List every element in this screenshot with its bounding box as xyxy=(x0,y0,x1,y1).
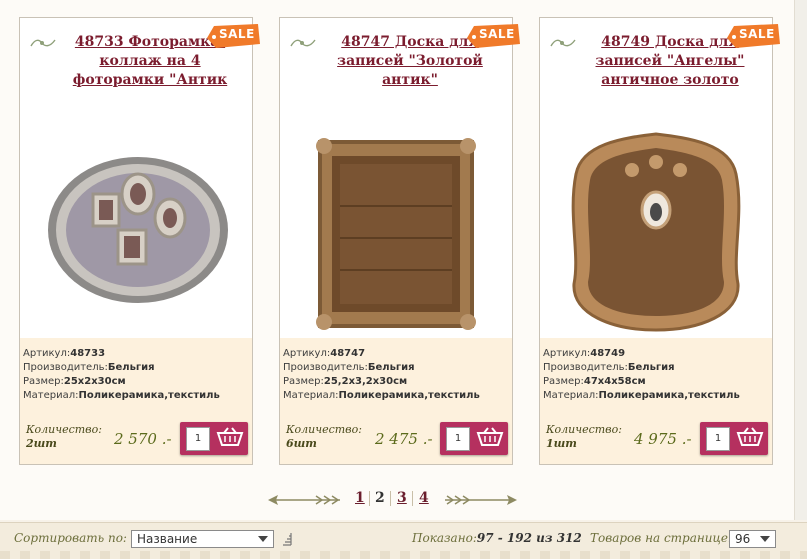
page-current: 2 xyxy=(375,490,385,506)
sort-label: Сортировать по: xyxy=(14,531,127,545)
chevron-down-icon xyxy=(258,536,268,542)
sort-select[interactable]: Название xyxy=(131,530,274,548)
flourish-icon xyxy=(30,39,56,47)
catalog-page: 48733 Фоторамка-коллаж на 4 фоторамки "А… xyxy=(0,0,794,520)
product-specs: Артикул:48747 Производитель:Бельгия Разм… xyxy=(280,338,512,464)
sale-badge: SALE xyxy=(466,24,522,50)
quantity-input[interactable]: 1 xyxy=(706,427,730,451)
stock-quantity: Количество: 6шт xyxy=(286,423,362,450)
page-link[interactable]: 3 xyxy=(397,490,407,506)
sale-badge: SALE xyxy=(726,24,782,50)
product-price: 2 570 .- xyxy=(114,430,172,448)
add-to-cart-button[interactable]: 1 xyxy=(700,422,768,455)
quantity-input[interactable]: 1 xyxy=(446,427,470,451)
flourish-icon xyxy=(290,39,316,47)
cart-icon xyxy=(476,427,504,446)
per-page-select[interactable]: 96 xyxy=(729,530,776,548)
product-price: 2 475 .- xyxy=(375,430,433,448)
pagination: 1 2 3 4 xyxy=(266,490,521,510)
page-link[interactable]: 4 xyxy=(419,490,429,506)
next-page-arrow-icon[interactable] xyxy=(444,493,519,507)
shown-count: Показано:97 - 192 из 312 xyxy=(412,531,582,545)
vertical-scrollbar[interactable] xyxy=(794,0,807,520)
cart-icon xyxy=(216,427,244,446)
add-to-cart-button[interactable]: 1 xyxy=(440,422,508,455)
flourish-icon xyxy=(550,39,576,47)
product-card: 48747 Доска для записей "Золотой антик" … xyxy=(279,17,520,465)
prev-page-arrow-icon[interactable] xyxy=(266,493,341,507)
product-specs: Артикул:48749 Производитель:Бельгия Разм… xyxy=(540,338,772,464)
product-price: 4 975 .- xyxy=(634,430,692,448)
stock-quantity: Количество: 2шт xyxy=(26,423,102,450)
add-to-cart-button[interactable]: 1 xyxy=(180,422,248,455)
product-specs: Артикул:48733 Производитель:Бельгия Разм… xyxy=(20,338,252,464)
page-link[interactable]: 1 xyxy=(355,490,365,506)
cart-icon xyxy=(736,427,764,446)
sale-badge: SALE xyxy=(206,24,262,50)
catalog-toolbar: Сортировать по: Название Показано:97 - 1… xyxy=(0,522,807,559)
stock-quantity: Количество: 1шт xyxy=(546,423,622,450)
product-image[interactable] xyxy=(20,114,252,336)
product-image[interactable] xyxy=(280,114,512,336)
product-card: 48749 Доска для записей "Ангелы" антично… xyxy=(539,17,780,465)
quantity-input[interactable]: 1 xyxy=(186,427,210,451)
per-page-label: Товаров на странице: xyxy=(590,531,733,545)
product-card: 48733 Фоторамка-коллаж на 4 фоторамки "А… xyxy=(19,17,260,465)
chevron-down-icon xyxy=(760,536,770,542)
sort-direction-icon[interactable] xyxy=(281,532,293,546)
product-image[interactable] xyxy=(540,114,772,336)
